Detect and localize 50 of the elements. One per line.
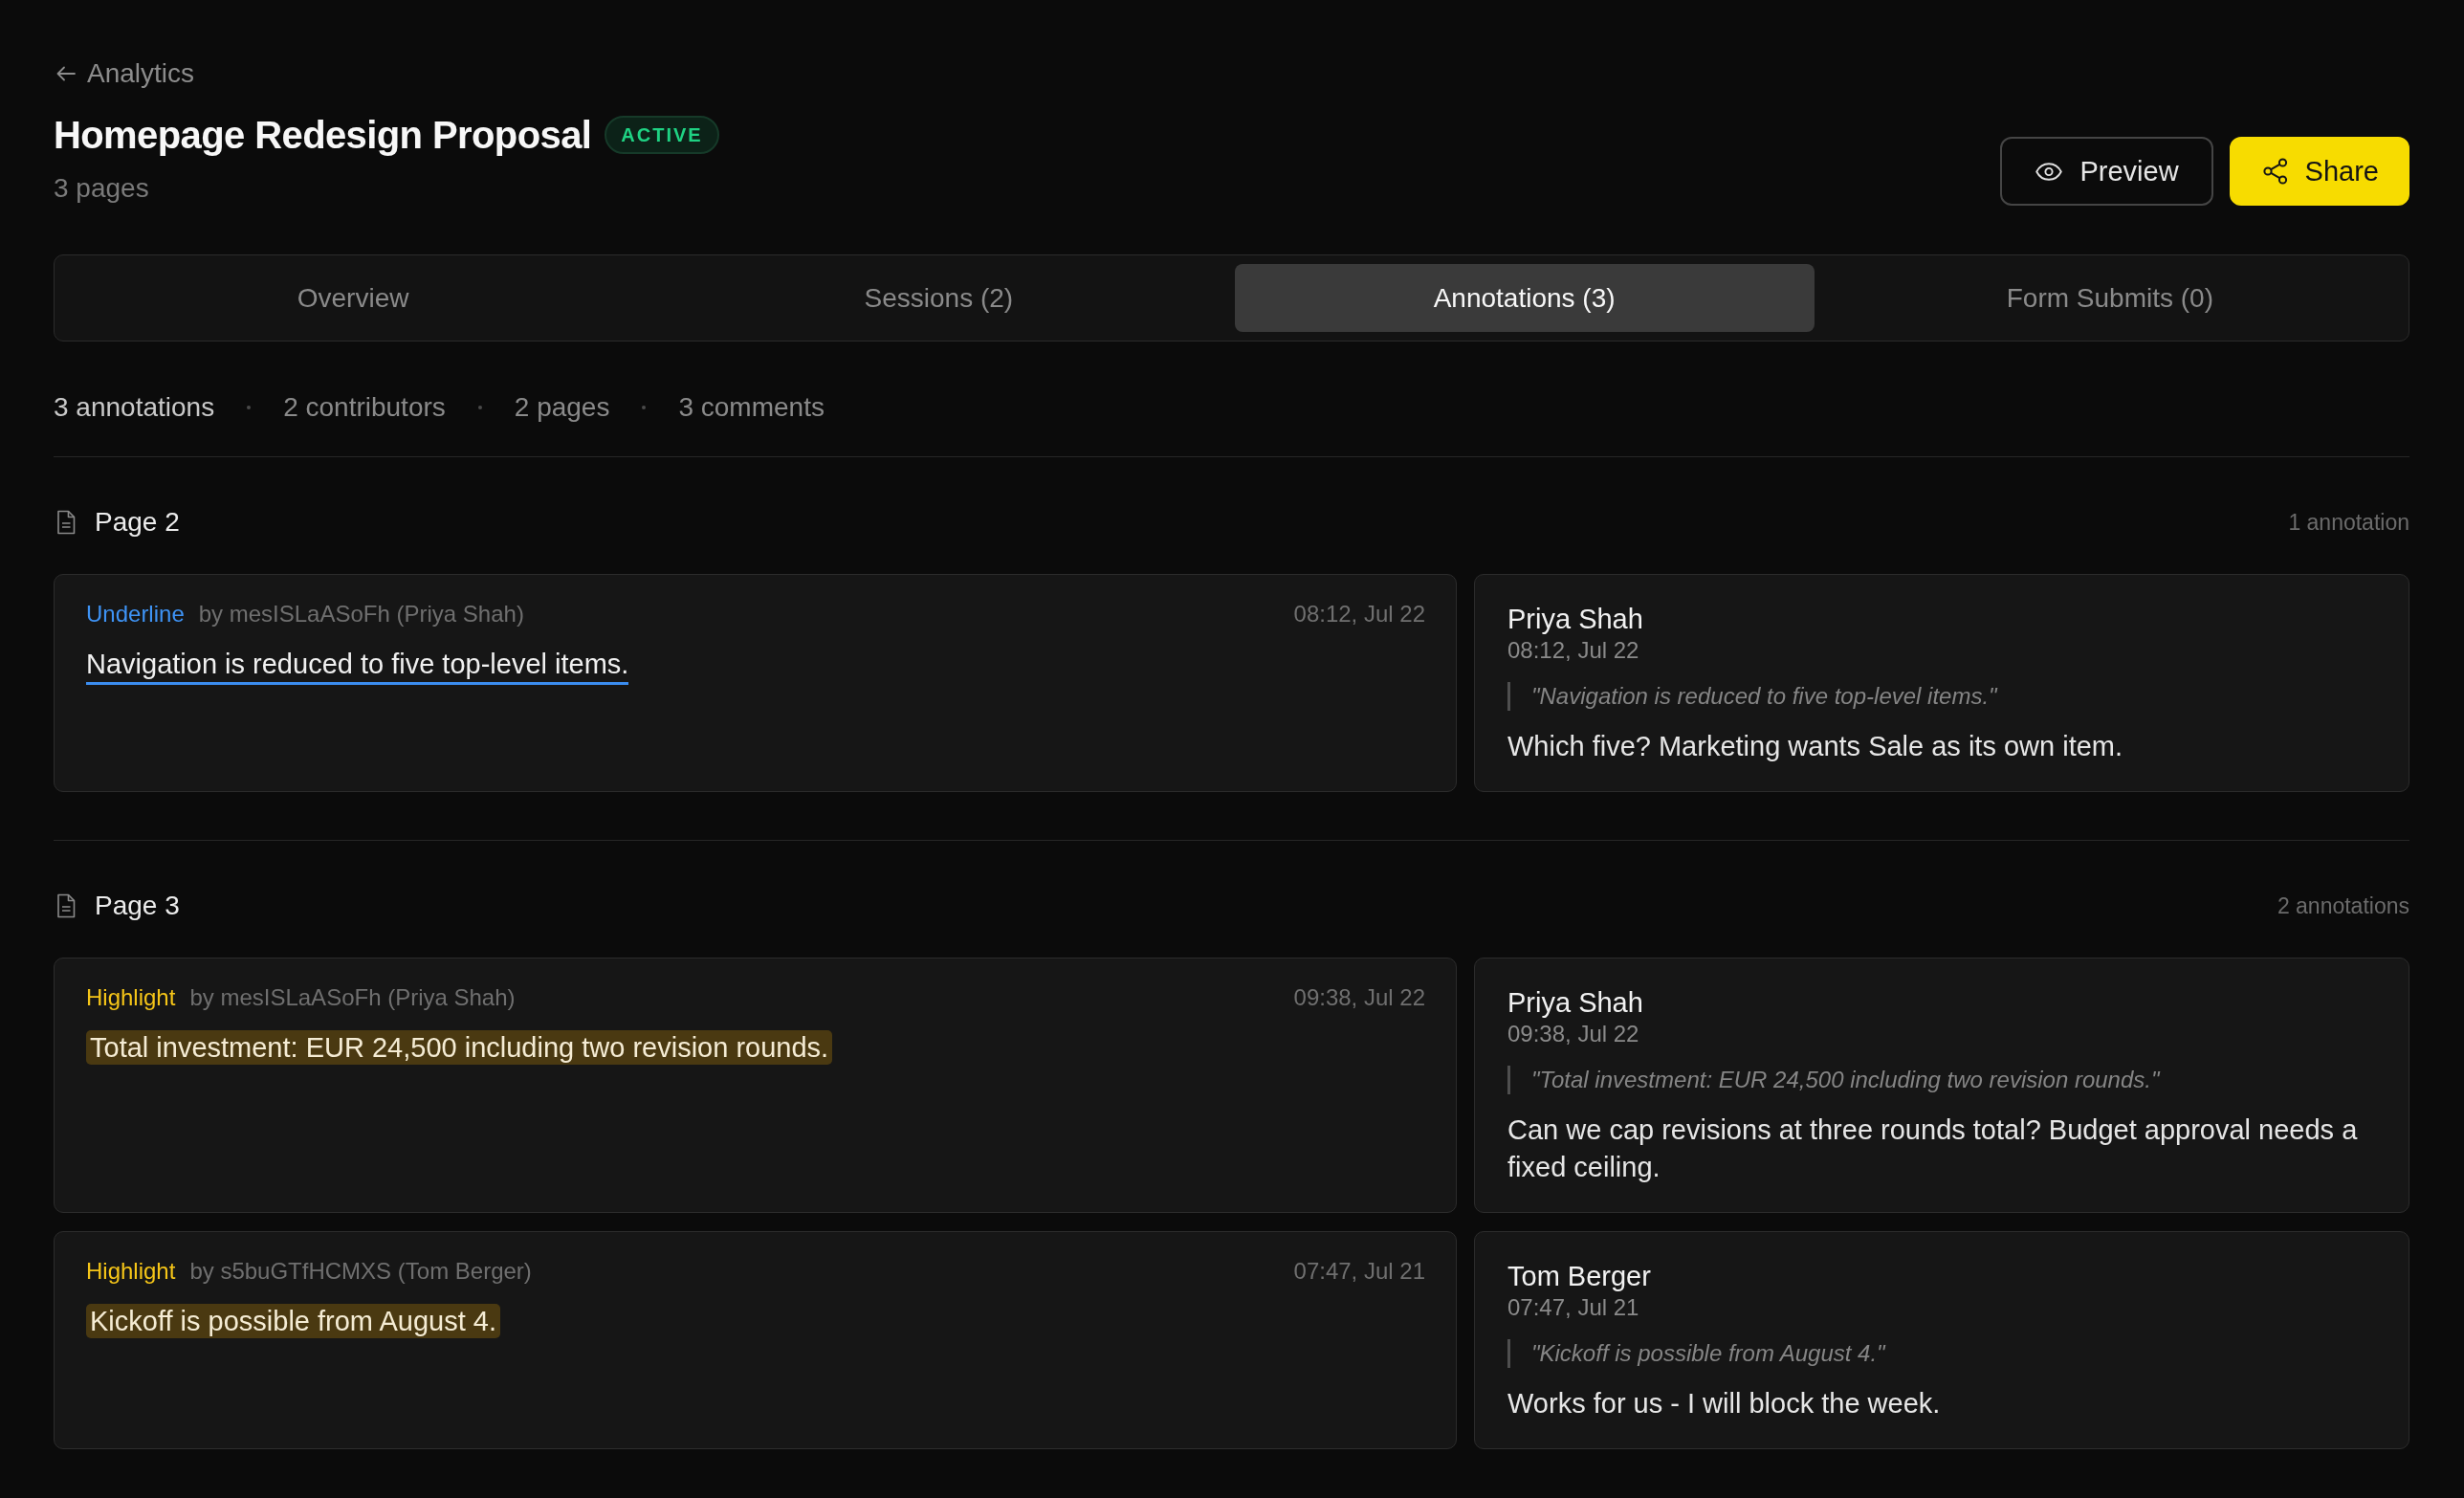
comment-time: 07:47, Jul 21 (1507, 1293, 1640, 1322)
annotation-type: Highlight (86, 1257, 176, 1286)
summary-stat: 2 pages (514, 391, 610, 424)
annotated-text: Navigation is reduced to five top-level items. (86, 647, 629, 685)
arrow-left-icon (56, 66, 76, 81)
annotated-text: Total investment: EUR 24,500 including two revision rounds. (86, 1030, 833, 1065)
section-title: Page 2 (95, 506, 180, 539)
comment-text: Which five? Marketing wants Sale as its own item. (1507, 730, 2124, 763)
page-count: 3 pages (54, 172, 149, 205)
quoted-text: "Total investment: EUR 24,500 including two revision rounds." (1507, 1066, 2376, 1094)
page-title: Homepage Redesign Proposal (54, 113, 592, 158)
comment-text: Works for us - I will block the week. (1507, 1387, 1942, 1421)
tab[interactable]: Form Submits (0) (1819, 264, 2400, 332)
separator-dot-icon (247, 406, 252, 409)
annotation-time: 07:47, Jul 21 (1293, 1257, 1425, 1286)
document-icon (56, 510, 76, 535)
tab[interactable]: Sessions (2) (649, 264, 1229, 332)
annotation-time: 08:12, Jul 22 (1293, 600, 1425, 628)
quoted-text: "Navigation is reduced to five top-level items." (1507, 682, 2376, 711)
comment-time: 08:12, Jul 22 (1507, 636, 1640, 665)
comment-author: Priya Shah (1507, 986, 1644, 1019)
comment-author: Priya Shah (1507, 603, 1644, 635)
annotated-text: Kickoff is possible from August 4. (86, 1304, 500, 1338)
back-link[interactable]: Analytics (54, 57, 195, 90)
annotation-author: by s5buGTfHCMXS (Tom Berger) (189, 1257, 532, 1286)
annotation-type: Underline (86, 600, 185, 628)
status-badge: ACTIVE (605, 116, 719, 154)
quoted-text: "Kickoff is possible from August 4." (1507, 1339, 2376, 1368)
preview-button[interactable]: Preview (2000, 137, 2213, 206)
tab[interactable]: Overview (63, 264, 644, 332)
annotation-author: by mesISLaASoFh (Priya Shah) (198, 600, 524, 628)
annotation-count: 1 annotation (2288, 509, 2409, 537)
share-icon (2262, 158, 2288, 185)
separator-dot-icon (642, 406, 647, 409)
summary-stat: 3 comments (678, 391, 825, 424)
tab[interactable]: Annotations (3) (1234, 264, 1815, 332)
annotation-type: Highlight (86, 983, 176, 1012)
comment-text: Can we cap revisions at three rounds total? Budget approval needs a fixed ceiling. (1507, 1113, 2359, 1184)
annotation-time: 09:38, Jul 22 (1293, 983, 1425, 1012)
eye-icon (2035, 162, 2063, 181)
summary-stat: 3 annotations (54, 391, 215, 424)
share-button[interactable]: Share (2229, 137, 2409, 206)
section-title: Page 3 (95, 890, 180, 922)
comment-author: Tom Berger (1507, 1260, 1652, 1292)
summary-stat: 2 contributors (283, 391, 446, 424)
annotation-author: by mesISLaASoFh (Priya Shah) (189, 983, 516, 1012)
comment-time: 09:38, Jul 22 (1507, 1020, 1640, 1048)
document-icon (56, 893, 76, 918)
separator-dot-icon (477, 406, 482, 409)
annotation-count: 2 annotations (2277, 892, 2409, 920)
